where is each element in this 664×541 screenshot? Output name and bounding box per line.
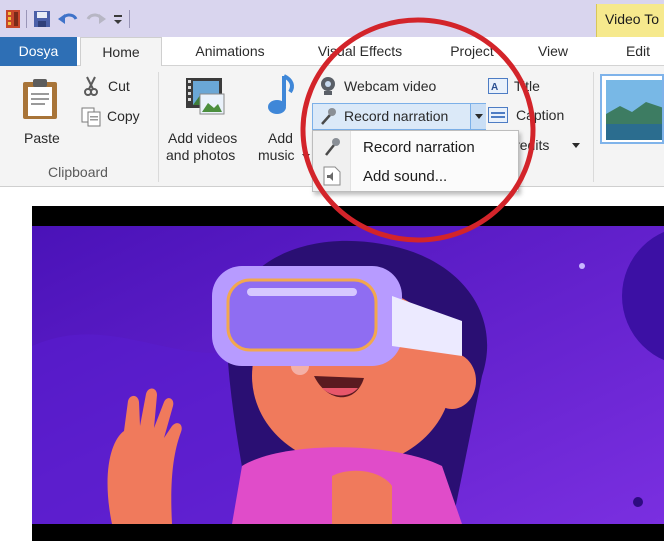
microphone-icon — [321, 108, 336, 125]
record-narration-dropdown-arrow[interactable] — [470, 104, 486, 129]
cut-button[interactable]: Cut — [82, 76, 142, 98]
save-icon[interactable] — [33, 10, 51, 28]
scissors-icon — [84, 76, 98, 96]
chevron-down-icon — [572, 143, 580, 148]
title-label: Title — [514, 78, 540, 94]
webcam-icon — [321, 77, 335, 95]
copy-icon — [81, 107, 101, 127]
music-note-icon — [268, 74, 294, 114]
menu-item-label: Add sound... — [363, 168, 448, 185]
tab-view[interactable]: View — [522, 37, 584, 66]
paste-label: Paste — [24, 130, 60, 146]
title-button[interactable]: A Title — [488, 76, 558, 100]
add-videos-label-1: Add videos — [168, 130, 238, 146]
caption-label: Caption — [516, 107, 565, 123]
vr-illustration-image — [32, 226, 664, 524]
menu-item-record-narration[interactable]: Record narration — [313, 133, 518, 162]
caption-icon — [488, 107, 508, 123]
context-tab-video-tools[interactable]: Video To — [596, 4, 664, 37]
webcam-label: Webcam video — [344, 78, 437, 94]
theme-thumbnail[interactable] — [600, 74, 664, 144]
chevron-down-icon — [302, 154, 310, 159]
record-narration-split-button[interactable]: Record narration — [312, 103, 486, 130]
tab-home[interactable]: Home — [80, 37, 162, 67]
qat-separator — [129, 10, 130, 28]
svg-text:A: A — [491, 82, 498, 93]
movie-maker-app-icon[interactable] — [6, 10, 20, 28]
clipboard-group-label: Clipboard — [48, 164, 108, 180]
add-music-label-2: music — [258, 147, 295, 163]
paste-button[interactable]: Paste — [18, 74, 62, 146]
qat-separator — [26, 10, 27, 28]
tab-edit[interactable]: Edit — [612, 37, 664, 66]
webcam-video-button[interactable]: Webcam video — [316, 76, 466, 100]
menu-item-add-sound[interactable]: Add sound... — [313, 162, 518, 191]
title-bar: Video To — [0, 0, 664, 37]
copy-button[interactable]: Copy — [80, 106, 148, 130]
undo-icon[interactable] — [57, 10, 79, 28]
add-music-button[interactable]: Add music — [256, 74, 312, 163]
microphone-icon — [325, 138, 340, 156]
title-icon: A — [488, 78, 508, 94]
video-preview[interactable] — [32, 226, 664, 524]
sound-file-icon — [323, 166, 341, 186]
caption-button[interactable]: Caption — [488, 105, 578, 129]
menu-item-label: Record narration — [363, 139, 475, 156]
record-narration-dropdown-menu: Record narration Add sound... — [312, 130, 519, 192]
film-photo-icon — [186, 78, 225, 115]
landscape-thumbnail-icon — [606, 80, 662, 140]
group-divider — [158, 72, 159, 182]
add-videos-photos-button[interactable]: Add videos and photos — [164, 74, 252, 163]
ribbon-tabs: Dosya Home Animations Visual Effects Pro… — [0, 37, 664, 67]
record-narration-label: Record narration — [344, 108, 449, 124]
copy-label: Copy — [107, 108, 140, 124]
customize-qat-icon[interactable] — [113, 12, 123, 26]
tab-animations[interactable]: Animations — [176, 37, 284, 66]
quick-access-toolbar — [6, 8, 130, 30]
tab-project[interactable]: Project — [432, 37, 512, 66]
clipboard-icon — [23, 79, 57, 119]
group-divider — [593, 72, 594, 182]
add-videos-label-2: and photos — [166, 147, 236, 163]
chevron-down-icon — [475, 114, 483, 119]
add-music-label-1: Add — [268, 130, 293, 146]
tab-file[interactable]: Dosya — [0, 37, 77, 66]
cut-label: Cut — [108, 78, 130, 94]
tab-visual-effects[interactable]: Visual Effects — [300, 37, 420, 66]
redo-icon[interactable] — [85, 10, 107, 28]
